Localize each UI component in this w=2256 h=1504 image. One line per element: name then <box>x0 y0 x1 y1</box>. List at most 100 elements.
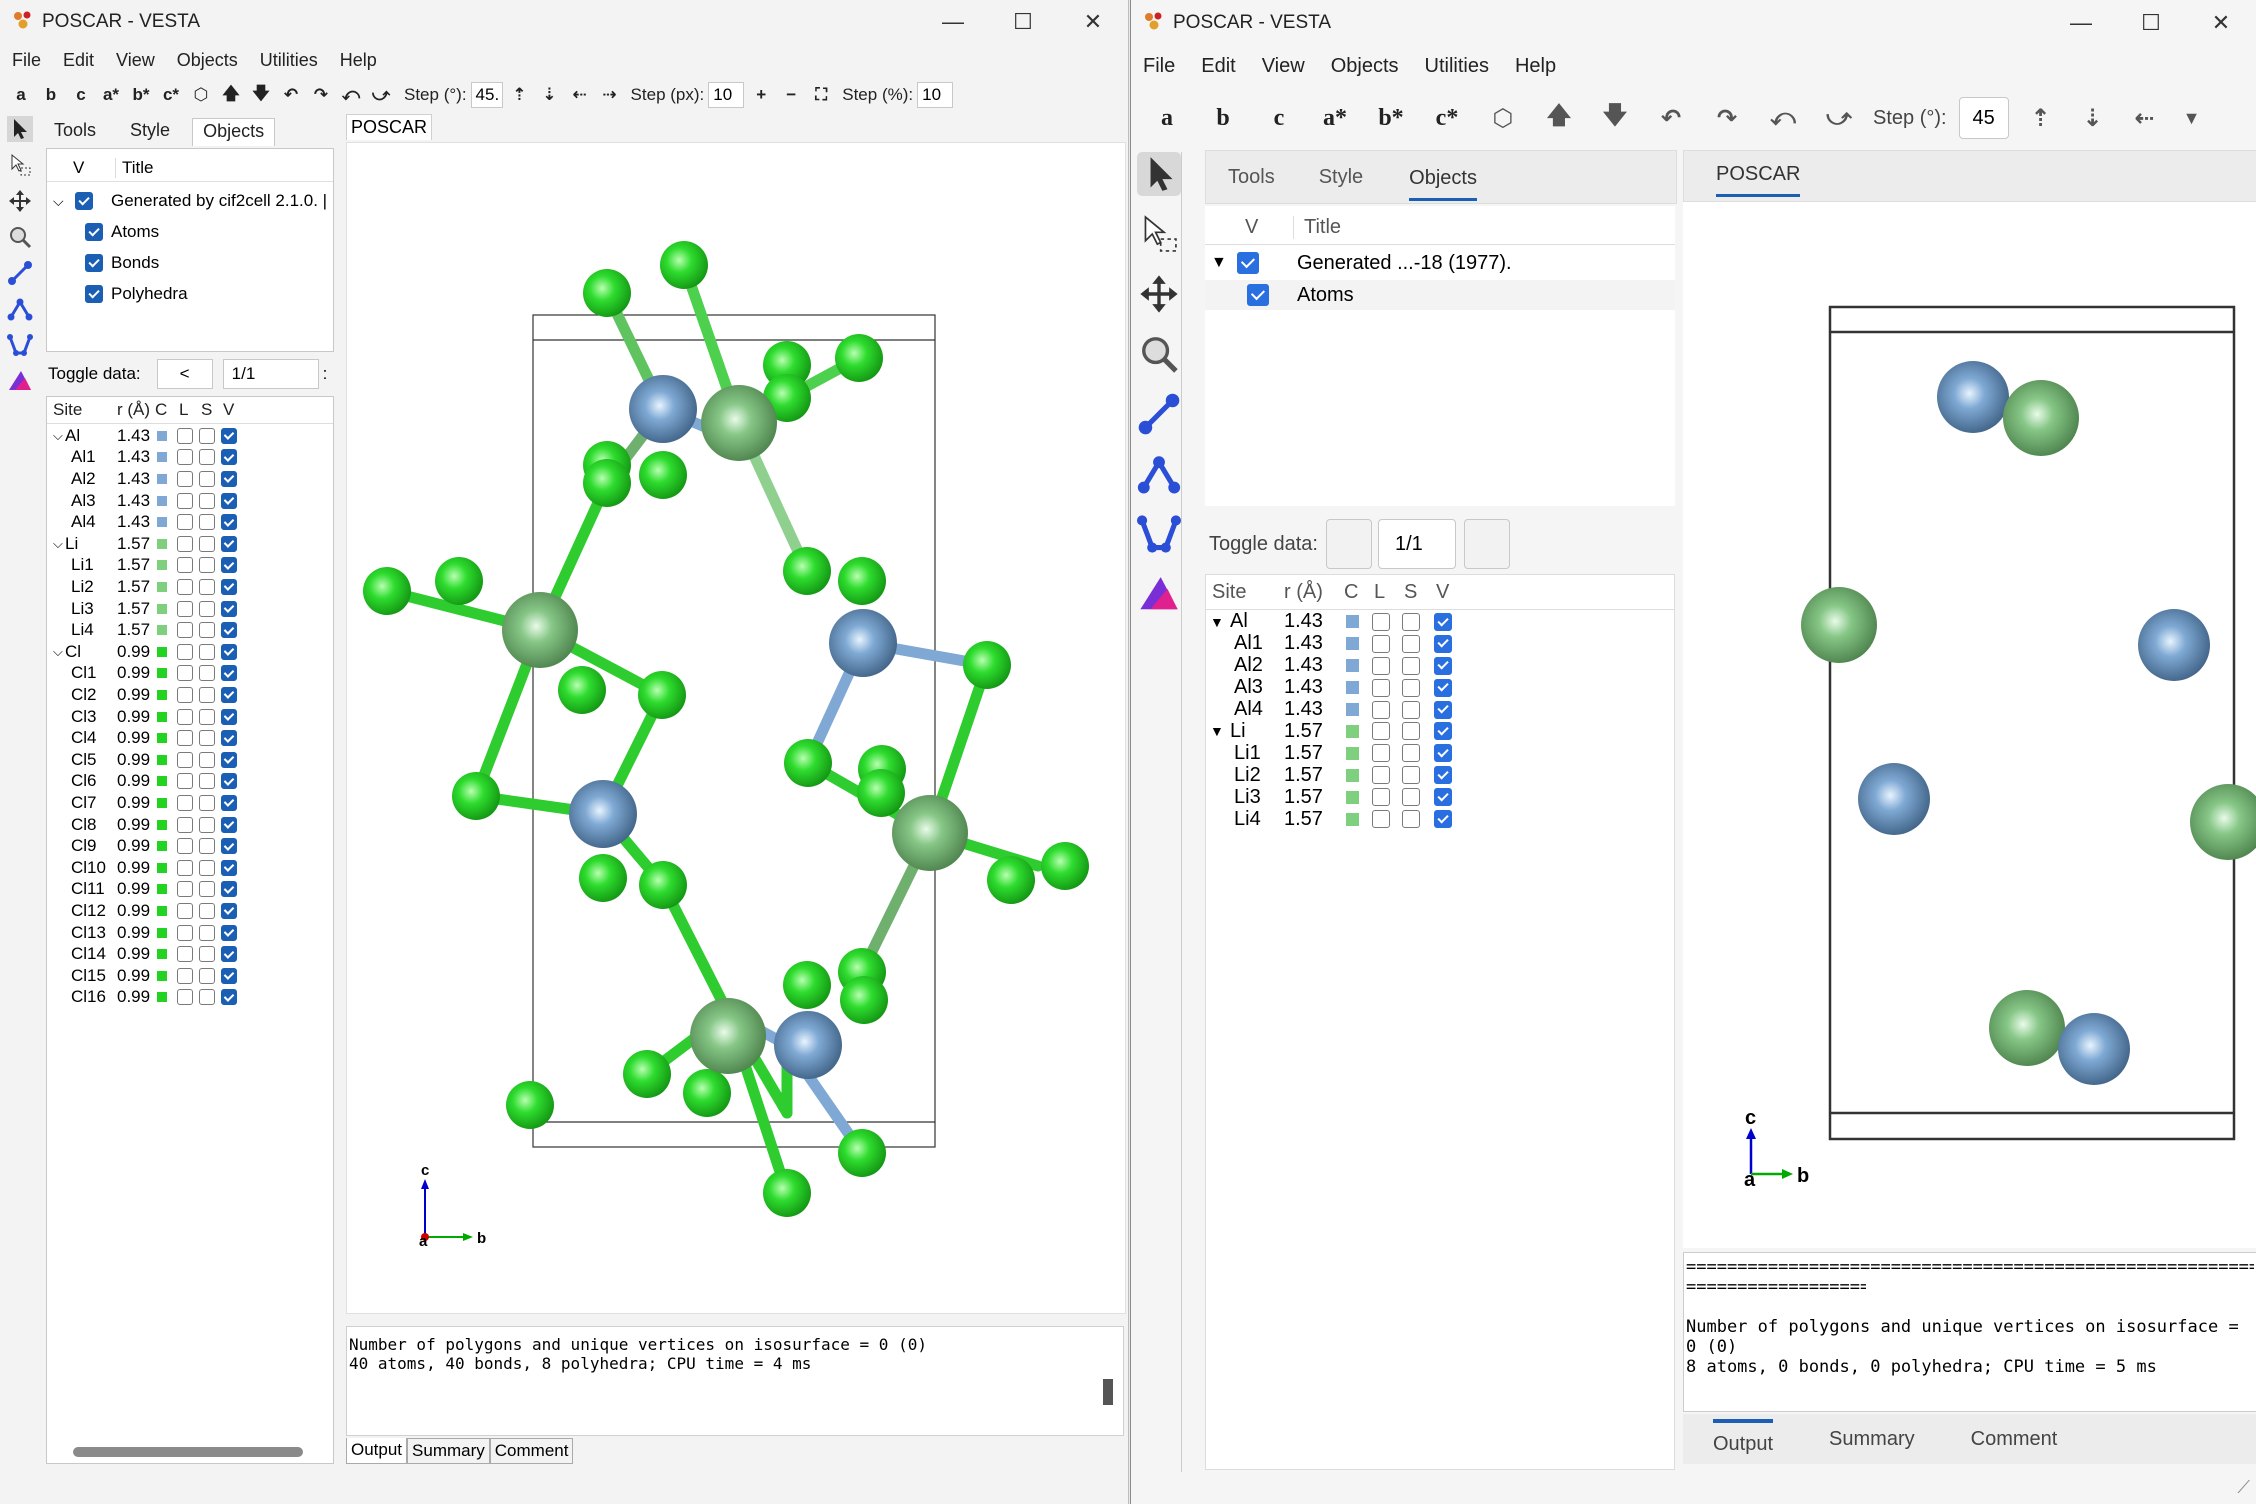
rotate-ccw-icon[interactable]: ⤺ <box>1761 104 1805 132</box>
site-style-checkbox[interactable] <box>199 643 215 660</box>
site-visible-checkbox[interactable] <box>221 946 237 963</box>
chevron-down-icon[interactable]: ▼ <box>1210 723 1224 739</box>
site-color-swatch[interactable] <box>1346 615 1359 629</box>
site-row[interactable]: Li1 1.57 <box>1206 742 1674 764</box>
object-visibility-checkbox[interactable] <box>75 192 93 210</box>
site-style-checkbox[interactable] <box>199 859 215 876</box>
menu-help[interactable]: Help <box>340 50 377 71</box>
chevron-down-icon[interactable]: ▼ <box>1210 614 1224 630</box>
translate-tool-icon[interactable] <box>7 188 33 214</box>
site-color-swatch[interactable] <box>157 560 167 571</box>
tab-poscar[interactable]: POSCAR <box>1716 163 1801 197</box>
site-row[interactable]: Cl12 0.99 <box>47 900 333 922</box>
zoom-in-icon[interactable]: + <box>748 85 774 105</box>
site-label-checkbox[interactable] <box>177 967 193 984</box>
site-color-swatch[interactable] <box>157 927 167 938</box>
select-region-tool-icon[interactable] <box>1137 212 1181 256</box>
site-visible-checkbox[interactable] <box>221 686 237 703</box>
site-label-checkbox[interactable] <box>177 600 193 617</box>
site-label-checkbox[interactable] <box>177 622 193 639</box>
polyhedra-visibility-checkbox[interactable] <box>85 285 103 303</box>
view-along-b-button[interactable]: b <box>38 85 64 105</box>
rotate-right-icon[interactable]: ↷ <box>308 85 334 105</box>
view-along-c-button[interactable]: c <box>1257 105 1301 132</box>
step-pct-input[interactable]: 10 <box>917 82 954 108</box>
site-color-swatch[interactable] <box>157 754 167 765</box>
site-style-checkbox[interactable] <box>199 773 215 790</box>
atoms-visibility-checkbox[interactable] <box>85 223 103 241</box>
site-style-checkbox[interactable] <box>1402 722 1420 741</box>
site-style-checkbox[interactable] <box>199 514 215 531</box>
step-px-input[interactable]: 10 <box>708 82 745 108</box>
site-visible-checkbox[interactable] <box>221 751 237 768</box>
site-color-swatch[interactable] <box>157 819 167 830</box>
site-row[interactable]: Cl6 0.99 <box>47 771 333 793</box>
site-color-swatch[interactable] <box>1346 724 1359 738</box>
rotate-down-icon[interactable]: 🡇 <box>1593 98 1637 139</box>
site-label-checkbox[interactable] <box>177 838 193 855</box>
site-row[interactable]: ⌵ Li 1.57 <box>47 533 333 555</box>
site-row[interactable]: ▼ Al 1.43 <box>1206 610 1674 633</box>
menu-utilities[interactable]: Utilities <box>1425 55 1489 78</box>
structure-canvas[interactable]: c b a <box>1683 202 2256 1248</box>
site-row[interactable]: Cl11 0.99 <box>47 879 333 901</box>
site-visible-checkbox[interactable] <box>1434 634 1452 653</box>
site-row[interactable]: ⌵ Cl 0.99 <box>47 641 333 663</box>
site-visible-checkbox[interactable] <box>221 708 237 725</box>
dihedral-tool-icon[interactable] <box>1137 512 1181 556</box>
chevron-down-icon[interactable]: ⌵ <box>53 536 63 552</box>
move-up-icon[interactable]: ⇡ <box>2021 104 2061 133</box>
site-color-swatch[interactable] <box>1346 790 1359 804</box>
tab-poscar[interactable]: POSCAR <box>346 114 433 140</box>
site-color-swatch[interactable] <box>157 538 167 549</box>
site-style-checkbox[interactable] <box>199 989 215 1006</box>
move-down-icon[interactable]: ⇣ <box>2073 104 2113 133</box>
view-along-a-button[interactable]: a <box>8 85 34 105</box>
zoom-out-icon[interactable]: − <box>778 85 804 105</box>
site-color-swatch[interactable] <box>1346 746 1359 760</box>
site-color-swatch[interactable] <box>157 668 167 679</box>
tab-objects[interactable]: Objects <box>192 118 276 146</box>
site-visible-checkbox[interactable] <box>221 535 237 552</box>
translate-tool-icon[interactable] <box>1137 272 1181 316</box>
site-visible-checkbox[interactable] <box>221 557 237 574</box>
site-row[interactable]: Cl5 0.99 <box>47 749 333 771</box>
site-visible-checkbox[interactable] <box>221 838 237 855</box>
magnify-tool-icon[interactable] <box>7 224 33 250</box>
distance-tool-icon[interactable] <box>1137 392 1181 436</box>
rotate-left-icon[interactable]: ↶ <box>278 85 304 105</box>
site-row[interactable]: Cl16 0.99 <box>47 987 333 1009</box>
site-visible-checkbox[interactable] <box>1434 656 1452 675</box>
site-row[interactable]: Li1 1.57 <box>47 555 333 577</box>
menu-objects[interactable]: Objects <box>1331 55 1399 78</box>
site-label-checkbox[interactable] <box>177 470 193 487</box>
site-label-checkbox[interactable] <box>1372 678 1390 697</box>
site-style-checkbox[interactable] <box>199 449 215 466</box>
tab-style[interactable]: Style <box>1319 166 1363 189</box>
site-row[interactable]: Cl9 0.99 <box>47 835 333 857</box>
site-label-checkbox[interactable] <box>177 643 193 660</box>
site-visible-checkbox[interactable] <box>1434 722 1452 741</box>
menu-file[interactable]: File <box>12 50 41 71</box>
site-label-checkbox[interactable] <box>1372 810 1390 829</box>
site-visible-checkbox[interactable] <box>221 773 237 790</box>
site-label-checkbox[interactable] <box>177 794 193 811</box>
site-visible-checkbox[interactable] <box>221 967 237 984</box>
site-color-swatch[interactable] <box>157 646 167 657</box>
site-style-checkbox[interactable] <box>199 751 215 768</box>
object-row-atoms[interactable]: Atoms <box>1205 280 1675 310</box>
resize-grip-icon[interactable]: ⟋ <box>2237 1477 2250 1498</box>
site-color-swatch[interactable] <box>1346 681 1359 695</box>
site-row[interactable]: Li2 1.57 <box>47 576 333 598</box>
site-visible-checkbox[interactable] <box>221 902 237 919</box>
menu-help[interactable]: Help <box>1515 55 1556 78</box>
site-row[interactable]: Cl13 0.99 <box>47 922 333 944</box>
view-along-c-star-button[interactable]: c* <box>158 85 184 105</box>
site-label-checkbox[interactable] <box>177 730 193 747</box>
site-color-swatch[interactable] <box>1346 812 1359 826</box>
site-row[interactable]: Cl2 0.99 <box>47 684 333 706</box>
site-color-swatch[interactable] <box>157 733 167 744</box>
site-color-swatch[interactable] <box>157 625 167 636</box>
site-style-checkbox[interactable] <box>199 600 215 617</box>
site-style-checkbox[interactable] <box>199 816 215 833</box>
